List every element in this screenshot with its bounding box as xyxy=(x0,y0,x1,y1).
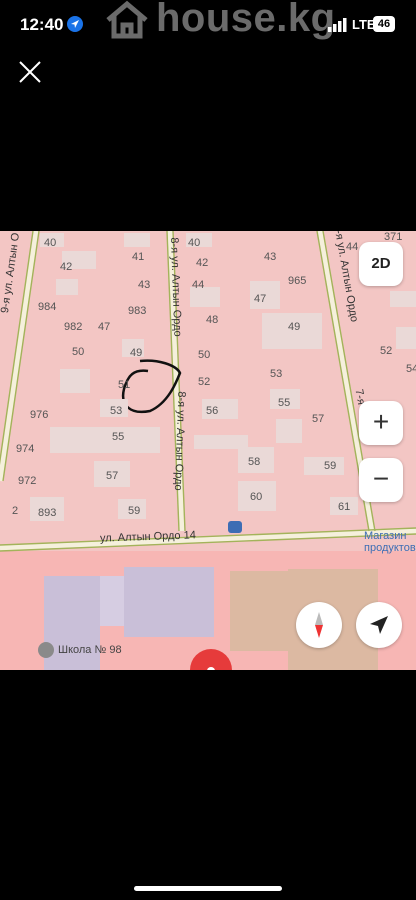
house-number: 44 xyxy=(192,279,205,291)
shop-label-line2: продуктов xyxy=(364,542,416,554)
house-number: 47 xyxy=(254,293,267,305)
house-number: 49 xyxy=(288,321,301,333)
home-indicator[interactable] xyxy=(134,886,282,891)
house-number: 2 xyxy=(12,505,19,517)
house-number: 893 xyxy=(38,507,57,519)
building xyxy=(124,233,150,247)
house-number: 43 xyxy=(138,279,151,291)
house-number: 982 xyxy=(64,321,83,333)
house-number: 58 xyxy=(248,456,261,468)
hand-drawn-outline xyxy=(121,359,182,414)
building xyxy=(56,279,78,295)
house-number: 57 xyxy=(106,470,119,482)
school-poi[interactable]: Школа № 98 xyxy=(38,642,122,658)
my-location-button[interactable] xyxy=(356,602,402,648)
house-number: 54 xyxy=(406,363,416,375)
close-button[interactable] xyxy=(16,58,44,86)
house-number: 50 xyxy=(72,346,85,358)
building xyxy=(396,327,416,349)
signal-icon xyxy=(328,18,348,32)
house-number: 52 xyxy=(380,345,393,357)
house-number: 60 xyxy=(250,491,263,503)
house-number: 55 xyxy=(112,431,125,443)
house-number: 40 xyxy=(188,237,201,249)
compass-icon xyxy=(315,612,323,638)
house-number: 59 xyxy=(324,460,337,472)
school-icon xyxy=(38,642,54,658)
house-number: 965 xyxy=(288,275,307,287)
building xyxy=(390,291,416,307)
shop-label-line1: Магазин xyxy=(364,530,407,542)
compass-button[interactable] xyxy=(296,602,342,648)
location-arrow-icon xyxy=(67,16,83,32)
house-number: 53 xyxy=(110,405,123,417)
house-number: 53 xyxy=(270,368,283,380)
house-number: 43 xyxy=(264,251,277,263)
house-number: 57 xyxy=(312,413,325,425)
zoom-in-button[interactable]: + xyxy=(359,401,403,445)
building xyxy=(276,419,302,443)
map-view[interactable]: 40 42 984 982 47 50 976 974 972 2 893 41… xyxy=(0,231,416,670)
house-number: 49 xyxy=(130,347,143,359)
close-icon xyxy=(19,61,41,83)
status-bar: 12:40 house.kg LTE 46 xyxy=(0,0,416,50)
house-number: 56 xyxy=(206,405,219,417)
shop-label: Магазин продуктов xyxy=(364,530,416,554)
house-number: 983 xyxy=(128,305,147,317)
house-number: 974 xyxy=(16,443,35,455)
building xyxy=(60,369,90,393)
house-number: 40 xyxy=(44,237,57,249)
house-number: 50 xyxy=(198,349,211,361)
zoom-out-button[interactable]: − xyxy=(359,458,403,502)
watermark: house.kg xyxy=(156,0,336,40)
house-number: 52 xyxy=(198,376,211,388)
navigation-arrow-icon xyxy=(370,616,388,634)
building xyxy=(50,427,160,453)
house-number: 972 xyxy=(18,475,37,487)
house-number: 61 xyxy=(338,501,351,513)
house-number: 42 xyxy=(196,257,209,269)
house-number: 984 xyxy=(38,301,57,313)
house-number: 976 xyxy=(30,409,49,421)
battery-icon: 46 xyxy=(373,16,395,32)
house-logo-icon xyxy=(104,0,150,45)
house-number: 55 xyxy=(278,397,291,409)
house-number: 48 xyxy=(206,314,219,326)
status-time: 12:40 xyxy=(20,15,64,34)
house-number: 47 xyxy=(98,321,111,333)
house-number: 41 xyxy=(132,251,145,263)
school-label: Школа № 98 xyxy=(58,644,122,656)
bus-stop-icon[interactable] xyxy=(228,521,242,533)
house-number: 51 xyxy=(118,379,131,391)
view-2d-button[interactable]: 2D xyxy=(359,242,403,286)
house-number: 59 xyxy=(128,505,141,517)
house-number: 42 xyxy=(60,261,73,273)
